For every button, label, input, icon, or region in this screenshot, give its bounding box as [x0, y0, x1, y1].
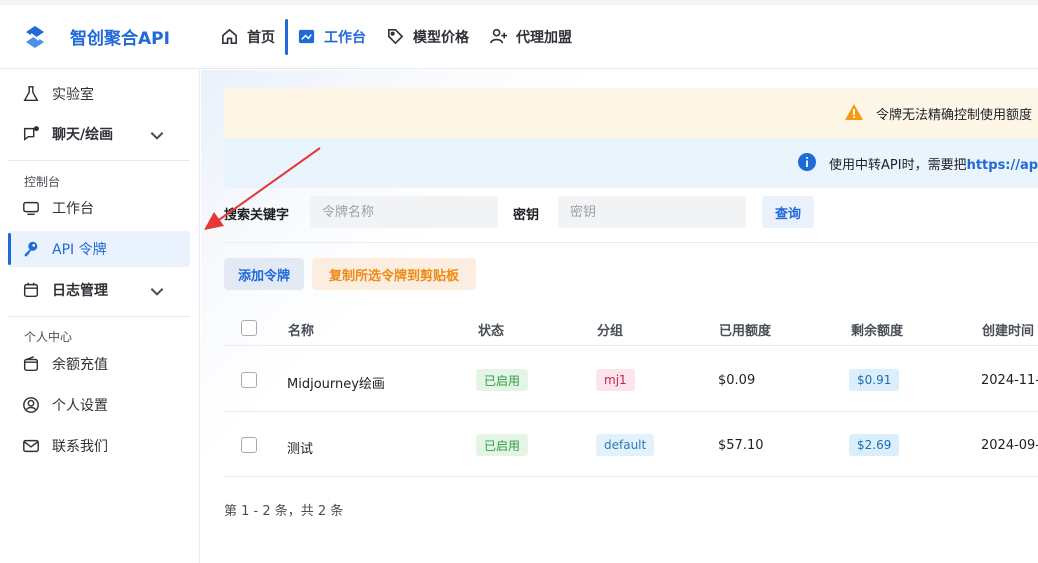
row-checkbox[interactable]	[241, 372, 257, 388]
top-header: 智创聚合API 首页 工作台 模型价格 代理加盟	[0, 5, 1038, 69]
info-link[interactable]: https://ap	[967, 158, 1038, 173]
sidebar-item-topup[interactable]: 余额充值	[8, 346, 190, 382]
nav-model-price-label: 模型价格	[412, 29, 469, 46]
wallet-icon	[23, 356, 39, 372]
add-token-button[interactable]: 添加令牌	[224, 258, 304, 290]
sidebar-divider	[8, 160, 190, 161]
table-row[interactable]: 测试 已启用 default $57.10 $2.69 2024-09-	[224, 412, 1038, 477]
nav-home[interactable]: 首页	[210, 5, 285, 69]
sidebar-item-chat-label: 聊天/绘画	[52, 127, 114, 143]
sidebar-divider	[8, 316, 190, 317]
nav-model-price[interactable]: 模型价格	[376, 5, 479, 69]
sidebar-item-topup-label: 余额充值	[52, 357, 108, 373]
sidebar: 实验室 聊天/绘画 控制台 工作台 API 令牌 日志管理 个人中心 余额充值 …	[0, 70, 200, 563]
table-row[interactable]: Midjourney绘画 已启用 mj1 $0.09 $0.91 2024-11…	[224, 347, 1038, 412]
info-text: 使用中转API时，需要把https://ap	[829, 154, 1038, 173]
monitor-icon	[23, 201, 39, 216]
chevron-down-icon[interactable]	[148, 282, 166, 300]
created-time: 2024-11-	[981, 373, 1038, 388]
logo-icon	[26, 25, 44, 48]
sidebar-section-personal: 个人中心	[24, 330, 73, 344]
sidebar-item-chat[interactable]: 聊天/绘画	[8, 116, 190, 152]
info-banner: 使用中转API时，需要把https://ap	[224, 138, 1038, 188]
sidebar-item-workbench[interactable]: 工作台	[8, 190, 190, 226]
top-nav: 首页 工作台 模型价格 代理加盟	[210, 5, 582, 69]
header-status: 状态	[478, 324, 505, 339]
select-all-checkbox[interactable]	[241, 320, 257, 336]
tag-icon	[387, 29, 404, 45]
brand-logo[interactable]: 智创聚合API	[22, 24, 170, 50]
sidebar-item-api-token[interactable]: API 令牌	[8, 231, 190, 267]
nav-agent[interactable]: 代理加盟	[479, 5, 582, 69]
created-time: 2024-09-	[981, 438, 1038, 453]
sidebar-section-console: 控制台	[24, 175, 61, 189]
nav-home-label: 首页	[246, 29, 275, 46]
nav-workbench-label: 工作台	[323, 29, 366, 46]
nav-agent-label: 代理加盟	[515, 29, 572, 46]
token-name: 测试	[287, 442, 314, 457]
status-badge: 已启用	[476, 369, 529, 391]
user-circle-icon	[23, 397, 39, 413]
home-icon	[221, 28, 237, 44]
remaining-quota-badge: $2.69	[849, 434, 900, 456]
table-header: 名称 状态 分组 已用额度 剩余额度 创建时间	[224, 310, 1038, 346]
keyword-label: 搜索关键字	[224, 208, 290, 223]
warning-banner: 令牌无法精确控制使用额度	[224, 88, 1038, 138]
header-name: 名称	[288, 324, 315, 339]
header-group: 分组	[597, 324, 624, 339]
token-name: Midjourney绘画	[287, 377, 385, 392]
user-add-icon	[490, 28, 508, 44]
header-used: 已用额度	[719, 324, 772, 339]
key-icon	[24, 241, 38, 257]
copy-selected-button[interactable]: 复制所选令牌到剪贴板	[312, 258, 476, 290]
status-badge: 已启用	[476, 434, 529, 456]
sidebar-item-settings[interactable]: 个人设置	[8, 387, 190, 423]
group-badge: mj1	[596, 369, 635, 391]
header-remaining: 剩余额度	[851, 324, 904, 339]
sidebar-item-api-token-label: API 令牌	[52, 242, 107, 258]
calendar-icon	[23, 282, 39, 298]
mail-icon	[23, 439, 39, 453]
sidebar-item-lab-label: 实验室	[52, 87, 94, 103]
brand-name: 智创聚合API	[70, 29, 170, 49]
pagination-summary: 第 1 - 2 条，共 2 条	[224, 504, 344, 519]
chat-icon	[23, 126, 39, 141]
key-input[interactable]	[558, 196, 746, 228]
row-checkbox[interactable]	[241, 437, 257, 453]
workbench-icon	[298, 29, 315, 44]
warning-text: 令牌无法精确控制使用额度	[876, 108, 1033, 123]
sidebar-item-contact-label: 联系我们	[52, 439, 108, 455]
nav-workbench[interactable]: 工作台	[284, 5, 376, 69]
sidebar-item-contact[interactable]: 联系我们	[8, 428, 190, 464]
info-icon	[798, 153, 816, 171]
query-button[interactable]: 查询	[762, 196, 814, 228]
used-quota: $57.10	[718, 438, 764, 453]
used-quota: $0.09	[718, 373, 756, 388]
token-name-input[interactable]	[310, 196, 498, 228]
chevron-down-icon[interactable]	[148, 126, 166, 144]
sidebar-item-settings-label: 个人设置	[52, 398, 108, 414]
sidebar-item-log-label: 日志管理	[52, 283, 108, 299]
sidebar-item-workbench-label: 工作台	[52, 201, 94, 217]
info-text-prefix: 使用中转API时，需要把	[829, 158, 967, 173]
header-created: 创建时间	[982, 324, 1035, 339]
group-badge: default	[596, 434, 655, 456]
flask-icon	[23, 86, 39, 102]
remaining-quota-badge: $0.91	[849, 369, 900, 391]
filter-divider	[224, 242, 1038, 243]
sidebar-item-log[interactable]: 日志管理	[8, 272, 190, 308]
main-content: 令牌无法精确控制使用额度 使用中转API时，需要把https://ap 搜索关键…	[201, 70, 1038, 563]
sidebar-item-lab[interactable]: 实验室	[8, 76, 190, 112]
warning-icon	[845, 104, 863, 120]
key-label: 密钥	[513, 208, 540, 223]
